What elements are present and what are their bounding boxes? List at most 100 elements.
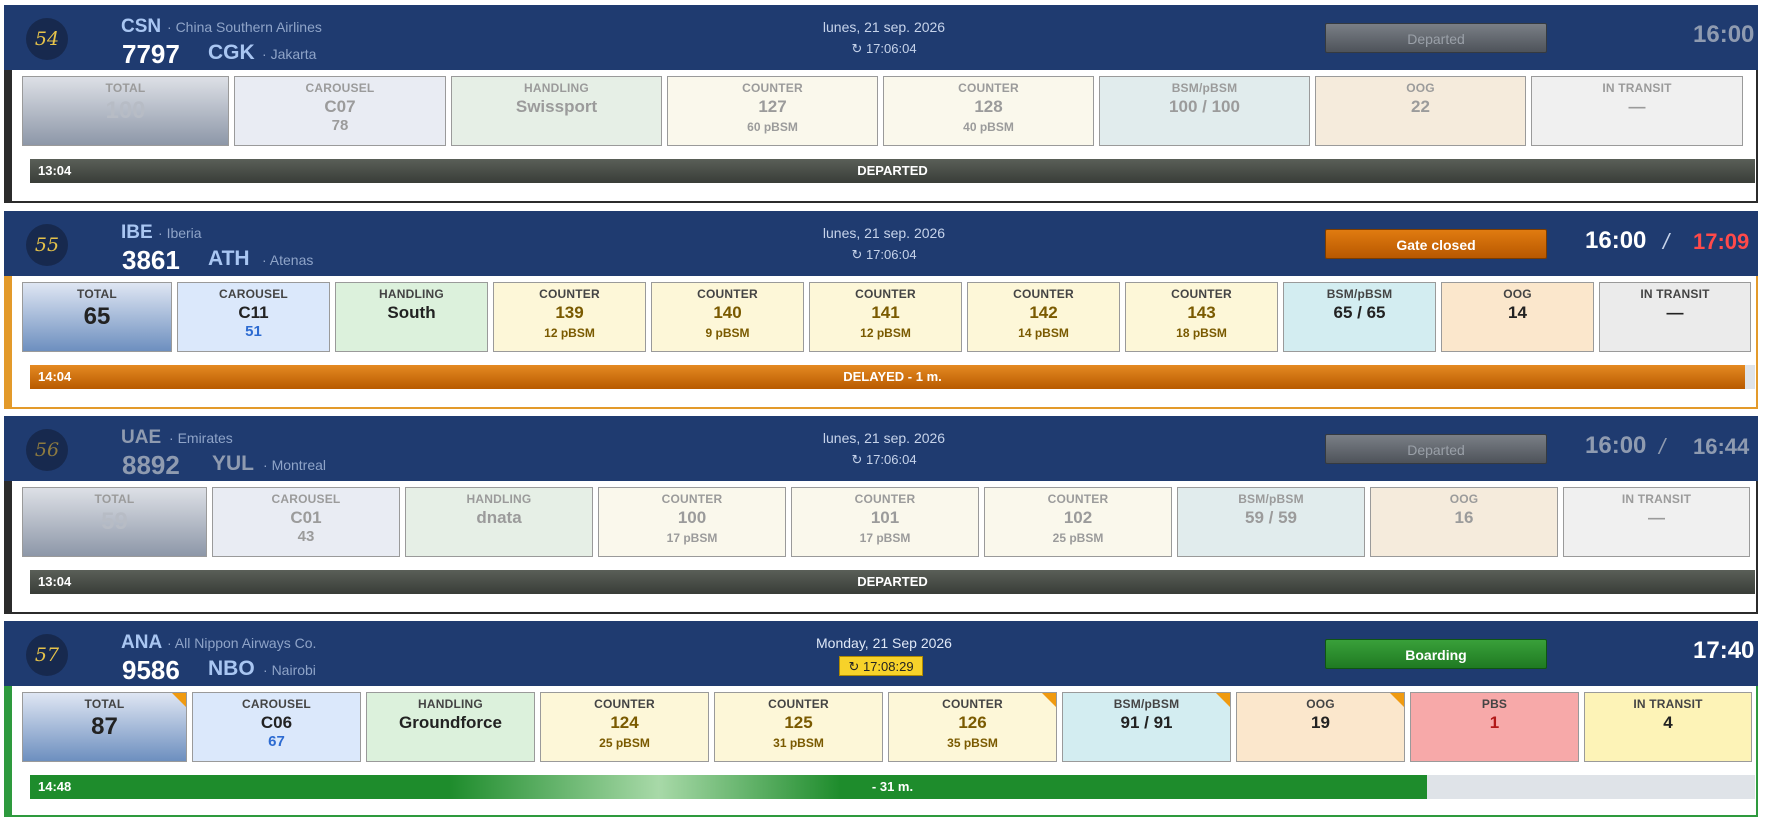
status-badge: Gate closed	[1325, 229, 1547, 259]
tile-handling[interactable]: HANDLING South	[335, 282, 488, 352]
airline-name-text: Iberia	[166, 225, 202, 241]
tile-label: IN TRANSIT	[1621, 492, 1692, 506]
tile-sub: 51	[245, 323, 262, 340]
tile-handling[interactable]: HANDLING dnata	[405, 487, 593, 557]
destination-code: ATH	[208, 247, 250, 270]
flight-card-54[interactable]: 54 CSN · China Southern Airlines 7797 CG…	[4, 5, 1758, 203]
tile-counter[interactable]: COUNTER 101 17 pBSM	[791, 487, 979, 557]
tile-sub: 60 pBSM	[747, 120, 798, 134]
tile-bsm[interactable]: BSM/pBSM 100 / 100	[1099, 76, 1310, 146]
tile-total[interactable]: TOTAL 65	[22, 282, 172, 352]
tile-label: TOTAL	[77, 287, 117, 301]
tile-counter[interactable]: COUNTER 124 25 pBSM	[540, 692, 709, 762]
bar-label: DEPARTED	[857, 574, 928, 589]
tile-bsm[interactable]: BSM/pBSM 91 / 91	[1062, 692, 1231, 762]
tile-oog[interactable]: OOG 19	[1236, 692, 1405, 762]
scheduled-time: 16:00	[1585, 432, 1647, 459]
tile-counter[interactable]: COUNTER 140 9 pBSM	[651, 282, 804, 352]
bar-label: DEPARTED	[857, 163, 928, 178]
airline-name-text: China Southern Airlines	[175, 19, 322, 35]
tile-counter[interactable]: COUNTER 141 12 pBSM	[809, 282, 962, 352]
destination-city-text: Nairobi	[271, 662, 316, 678]
tile-pbs[interactable]: PBS 1	[1410, 692, 1579, 762]
tile-total[interactable]: TOTAL 100	[22, 76, 229, 146]
tile-counter[interactable]: COUNTER 139 12 pBSM	[493, 282, 646, 352]
scheduled-time: 16:00	[1585, 227, 1647, 254]
info-tiles: TOTAL 87 CAROUSEL C06 67 HANDLING Groundforc…	[22, 692, 1752, 762]
tile-in-transit[interactable]: IN TRANSIT —	[1531, 76, 1743, 146]
destination-city: · Jakarta	[262, 46, 317, 62]
tile-value: Groundforce	[399, 713, 502, 732]
airline-name-text: Emirates	[177, 430, 233, 446]
tile-bsm[interactable]: BSM/pBSM 59 / 59	[1177, 487, 1365, 557]
airline-name: · Emirates	[169, 430, 233, 446]
info-tiles: TOTAL 59 CAROUSEL C01 43 HANDLING dnata COUN…	[22, 487, 1750, 557]
airline-code: ANA	[121, 632, 163, 653]
refresh-clock: ↻ 17:06:04	[851, 452, 917, 467]
tile-sub: 12 pBSM	[860, 326, 911, 340]
tile-carousel[interactable]: CAROUSEL C06 67	[192, 692, 361, 762]
flight-card-55[interactable]: 55 IBE · Iberia 3861 ATH · Atenas lunes,…	[4, 211, 1758, 409]
tile-value: 127	[758, 97, 787, 116]
flight-number: 3861	[122, 245, 180, 275]
tile-value: 65	[83, 303, 111, 330]
tile-handling[interactable]: HANDLING Swissport	[451, 76, 662, 146]
tile-in-transit[interactable]: IN TRANSIT 4	[1584, 692, 1752, 762]
tile-handling[interactable]: HANDLING Groundforce	[366, 692, 535, 762]
flight-header: 54 CSN · China Southern Airlines 7797 CG…	[4, 5, 1758, 70]
tile-sub: 18 pBSM	[1176, 326, 1227, 340]
tile-label: COUNTER	[539, 287, 600, 301]
sequence-badge: 55	[26, 224, 68, 266]
tile-label: COUNTER	[1171, 287, 1232, 301]
tile-in-transit[interactable]: IN TRANSIT —	[1599, 282, 1751, 352]
tile-sub: 17 pBSM	[859, 531, 911, 545]
tile-value: 1	[1489, 713, 1500, 732]
tile-counter[interactable]: COUNTER 125 31 pBSM	[714, 692, 883, 762]
flight-number: 7797	[122, 39, 180, 69]
progress-bar: 13:04 DEPARTED	[30, 570, 1755, 594]
tile-label: HANDLING	[418, 697, 483, 711]
tile-oog[interactable]: OOG 16	[1370, 487, 1558, 557]
tile-oog[interactable]: OOG 22	[1315, 76, 1526, 146]
tile-bsm[interactable]: BSM/pBSM 65 / 65	[1283, 282, 1436, 352]
tile-label: COUNTER	[1013, 287, 1074, 301]
tile-carousel[interactable]: CAROUSEL C07 78	[234, 76, 446, 146]
tile-label: COUNTER	[742, 81, 803, 95]
tile-value: C06	[260, 713, 293, 732]
tile-total[interactable]: TOTAL 59	[22, 487, 207, 557]
tile-counter[interactable]: COUNTER 100 17 pBSM	[598, 487, 786, 557]
flight-number: 8892	[122, 450, 180, 480]
tile-counter[interactable]: COUNTER 142 14 pBSM	[967, 282, 1120, 352]
flight-date: lunes, 21 sep. 2026	[822, 430, 946, 446]
tile-counter[interactable]: COUNTER 128 40 pBSM	[883, 76, 1094, 146]
tile-sub: 67	[268, 733, 285, 750]
tile-label: CAROUSEL	[305, 81, 375, 95]
tile-counter[interactable]: COUNTER 127 60 pBSM	[667, 76, 878, 146]
tile-sub: 9 pBSM	[705, 326, 750, 340]
tile-sub: 35 pBSM	[947, 736, 998, 750]
tile-in-transit[interactable]: IN TRANSIT —	[1563, 487, 1750, 557]
airline-code: CSN	[121, 16, 162, 37]
flight-card-56[interactable]: 56 UAE · Emirates 8892 YUL · Montreal lu…	[4, 416, 1758, 614]
tile-total[interactable]: TOTAL 87	[22, 692, 187, 762]
tile-label: IN TRANSIT	[1640, 287, 1710, 301]
scheduled-time: 16:00	[1693, 21, 1755, 48]
tile-carousel[interactable]: CAROUSEL C01 43	[212, 487, 400, 557]
tile-counter[interactable]: COUNTER 143 18 pBSM	[1125, 282, 1278, 352]
tile-counter[interactable]: COUNTER 126 35 pBSM	[888, 692, 1057, 762]
airline-code: UAE	[121, 427, 162, 448]
flight-card-57[interactable]: 57 ANA · All Nippon Airways Co. 9586 NBO…	[4, 621, 1758, 817]
status-badge: Boarding	[1325, 639, 1547, 669]
tile-oog[interactable]: OOG 14	[1441, 282, 1594, 352]
airline-name-text: All Nippon Airways Co.	[174, 635, 317, 651]
tile-label: TOTAL	[105, 81, 146, 95]
tile-value: 126	[958, 713, 987, 732]
tile-value: 65 / 65	[1333, 303, 1386, 322]
tile-carousel[interactable]: CAROUSEL C11 51	[177, 282, 330, 352]
tile-counter[interactable]: COUNTER 102 25 pBSM	[984, 487, 1172, 557]
tile-value: 140	[713, 303, 742, 322]
destination-city: · Atenas	[262, 252, 314, 268]
tile-label: IN TRANSIT	[1602, 81, 1672, 95]
flag-corner	[1042, 693, 1056, 707]
refresh-clock: ↻ 17:08:29	[839, 656, 923, 676]
